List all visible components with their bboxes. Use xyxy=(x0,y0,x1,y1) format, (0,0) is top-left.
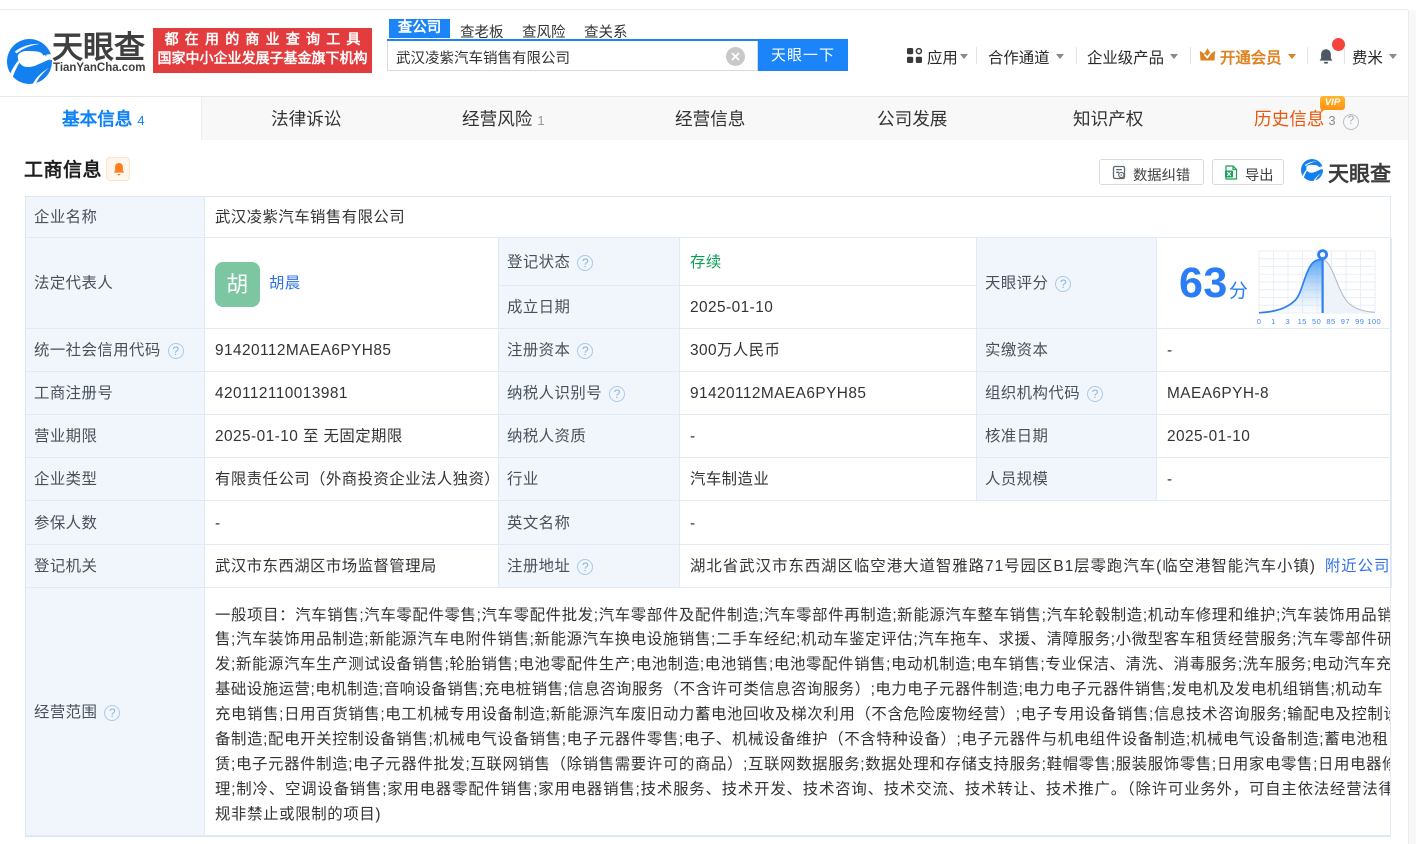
svg-text:1: 1 xyxy=(1271,317,1276,326)
svg-text:99: 99 xyxy=(1355,317,1364,326)
svg-text:85: 85 xyxy=(1326,317,1335,326)
svg-text:15: 15 xyxy=(1298,317,1307,326)
svg-text:0: 0 xyxy=(1257,317,1262,326)
svg-text:3: 3 xyxy=(1285,317,1290,326)
svg-text:100: 100 xyxy=(1367,317,1381,326)
svg-text:50: 50 xyxy=(1312,317,1321,326)
svg-text:97: 97 xyxy=(1341,317,1350,326)
